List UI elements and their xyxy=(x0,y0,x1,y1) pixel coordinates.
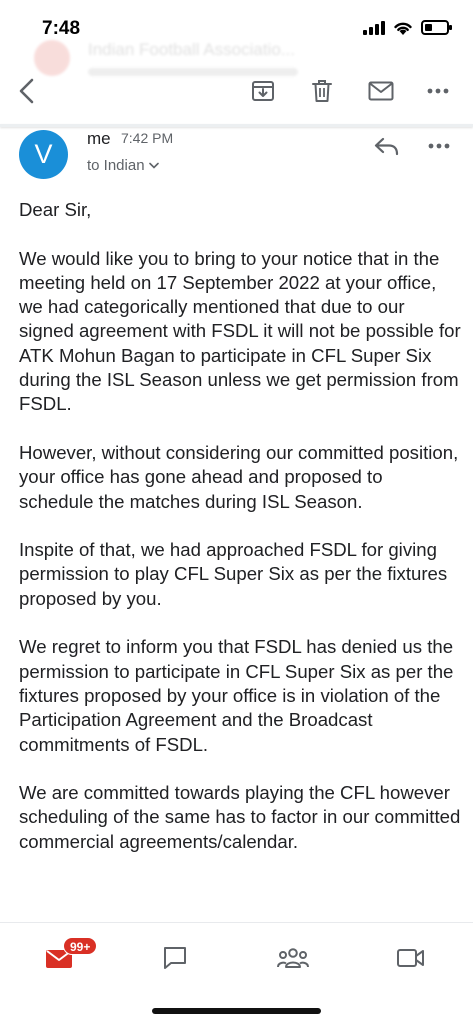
reply-button[interactable] xyxy=(370,132,404,160)
toolbar xyxy=(0,60,473,124)
archive-button[interactable] xyxy=(246,74,280,108)
chevron-left-icon xyxy=(19,78,34,104)
trash-icon xyxy=(312,80,332,102)
wifi-icon xyxy=(394,22,412,35)
battery-icon xyxy=(421,20,452,35)
message-paragraph: We would like you to bring to your notic… xyxy=(19,247,461,415)
message-paragraph: We regret to inform you that FSDL has de… xyxy=(19,636,454,755)
message-more-button[interactable] xyxy=(422,132,456,160)
meet-icon xyxy=(397,949,424,967)
more-options-button[interactable] xyxy=(421,74,455,108)
envelope-icon xyxy=(368,81,394,101)
battery-level xyxy=(425,24,432,31)
chat-icon xyxy=(164,947,186,969)
home-indicator[interactable] xyxy=(152,1008,321,1014)
message-paragraph: We are committed towards playing the CFL… xyxy=(19,782,461,852)
reply-icon xyxy=(374,137,399,156)
more-horiz-icon xyxy=(427,88,449,94)
faded-subject: Indian Football Associatio... xyxy=(88,40,295,59)
message-greeting: Dear Sir, xyxy=(19,199,92,220)
email-view: 7:48 Indian Football Associatio... V me … xyxy=(0,0,473,1024)
mark-unread-button[interactable] xyxy=(364,74,398,108)
sender-avatar[interactable]: V xyxy=(19,130,68,179)
back-button[interactable] xyxy=(10,74,44,108)
chevron-down-icon xyxy=(148,162,159,169)
more-horiz-icon xyxy=(428,143,450,149)
delete-button[interactable] xyxy=(305,74,339,108)
toolbar-divider xyxy=(0,124,473,127)
recipient-label: to Indian xyxy=(87,157,145,174)
message-body: Dear Sir, We would like you to bring to … xyxy=(19,198,461,854)
message-paragraph: However, without considering our committ… xyxy=(19,441,459,512)
nav-meet-tab[interactable] xyxy=(394,943,428,973)
sender-name[interactable]: me xyxy=(87,129,111,149)
archive-icon xyxy=(252,81,274,101)
message-time: 7:42 PM xyxy=(121,130,174,146)
unread-count-badge: 99+ xyxy=(63,937,98,955)
message-paragraph: Inspite of that, we had approached FSDL … xyxy=(19,539,448,609)
recipient-details-toggle[interactable]: to Indian xyxy=(87,157,159,174)
nav-spaces-tab[interactable] xyxy=(276,943,310,973)
spaces-icon xyxy=(277,948,309,968)
nav-chat-tab[interactable] xyxy=(158,943,192,973)
